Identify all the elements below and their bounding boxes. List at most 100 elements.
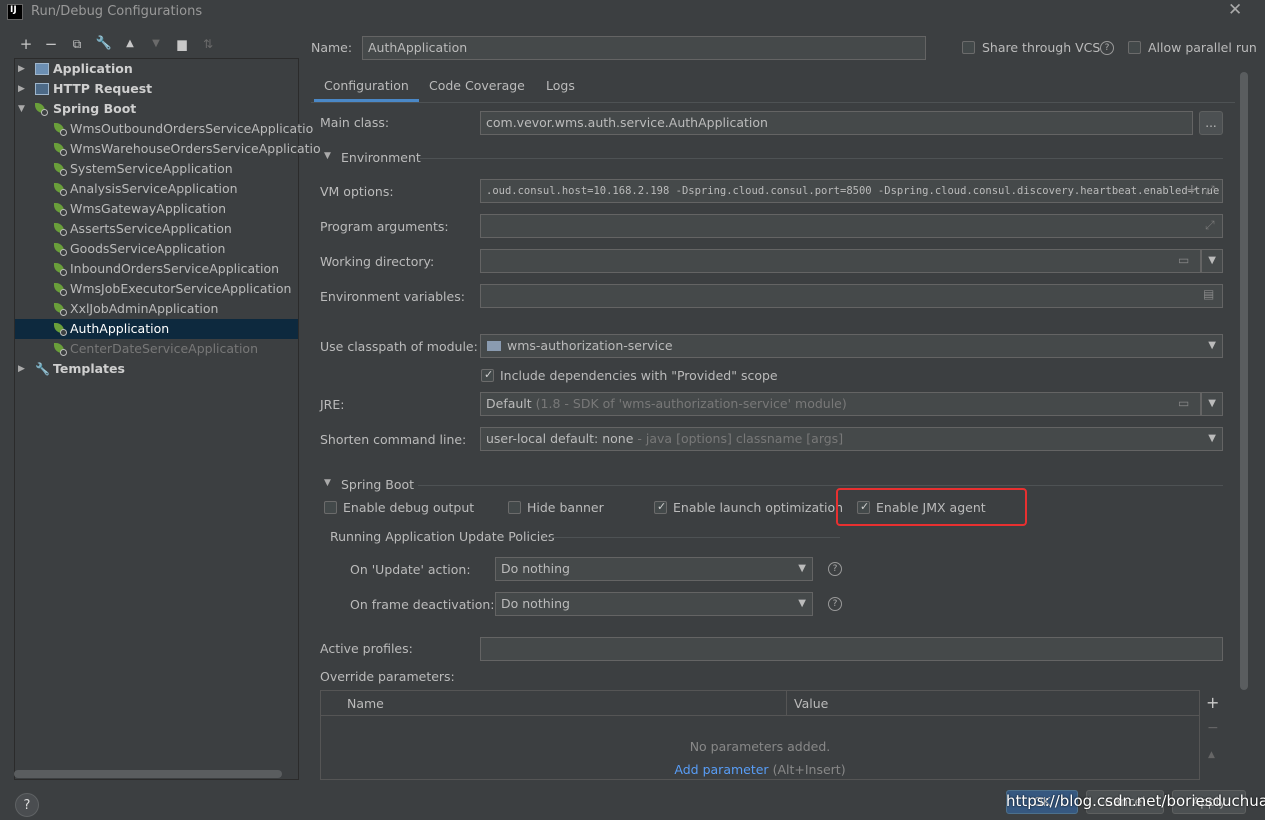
spring-boot-icon xyxy=(54,163,67,176)
tree-item-spring-boot-app[interactable]: WmsGatewayApplication xyxy=(15,199,298,219)
tree-item-spring-boot-app[interactable]: WmsWarehouseOrdersServiceApplicatio xyxy=(15,139,321,159)
expand-arrow-icon[interactable]: ▶ xyxy=(18,79,25,99)
expand-icon[interactable]: ⤢ xyxy=(1205,218,1215,233)
launch-optimization-label: Enable launch optimization xyxy=(673,500,844,515)
tree-group-templates[interactable]: ▶ 🔧 Templates xyxy=(15,359,298,379)
add-icon[interactable]: + xyxy=(17,35,35,53)
vm-options-input[interactable]: .oud.consul.host=10.168.2.198 -Dspring.c… xyxy=(480,179,1223,203)
help-icon[interactable]: ? xyxy=(828,597,842,611)
tree-item-label: CenterDateServiceApplication xyxy=(70,341,258,356)
column-name[interactable]: Name xyxy=(347,696,384,711)
spring-boot-icon xyxy=(54,203,67,216)
application-icon xyxy=(35,63,49,75)
tree-group-http-request[interactable]: ▶ HTTP Request xyxy=(15,79,298,99)
include-deps-checkbox[interactable]: ✓ xyxy=(481,368,494,382)
configurations-tree[interactable]: ▶ Application ▶ HTTP Request ▼ Spring Bo… xyxy=(14,58,321,780)
section-divider xyxy=(545,537,840,538)
help-icon[interactable]: ? xyxy=(828,562,842,576)
environment-header: Environment xyxy=(341,150,421,165)
folder-icon[interactable]: ▭ xyxy=(1178,396,1189,410)
launch-optimization-checkbox[interactable]: ✓ xyxy=(654,500,667,514)
share-vcs-checkbox[interactable] xyxy=(962,41,975,54)
chevron-down-icon: ▼ xyxy=(1208,398,1216,409)
add-icon[interactable]: + xyxy=(1186,182,1198,198)
update-policies-header: Running Application Update Policies xyxy=(330,529,555,544)
remove-icon[interactable]: − xyxy=(42,35,60,53)
collapse-arrow-icon[interactable]: ▼ xyxy=(324,478,331,488)
vertical-scrollbar[interactable] xyxy=(1240,72,1248,690)
active-profiles-label: Active profiles: xyxy=(320,641,413,656)
spring-boot-icon xyxy=(54,263,67,276)
remove-icon[interactable]: − xyxy=(1207,720,1219,736)
table-header: Name Value xyxy=(321,691,1199,716)
environment-variables-label: Environment variables: xyxy=(320,289,465,304)
hide-banner-checkbox[interactable] xyxy=(508,501,521,514)
tree-item-spring-boot-app[interactable]: WmsJobExecutorServiceApplication xyxy=(15,279,298,299)
add-parameter-link[interactable]: Add parameter xyxy=(674,762,768,777)
tree-item-spring-boot-app[interactable]: AssertsServiceApplication xyxy=(15,219,298,239)
override-parameters-label: Override parameters: xyxy=(320,669,455,684)
arrow-down-icon[interactable]: ▼ xyxy=(147,35,165,53)
classpath-label: Use classpath of module: xyxy=(320,339,478,354)
spring-boot-icon xyxy=(54,143,67,156)
enable-debug-checkbox[interactable] xyxy=(324,501,337,514)
classpath-dropdown[interactable]: wms-authorization-service ▼ xyxy=(480,334,1223,358)
working-directory-input[interactable] xyxy=(480,249,1201,273)
expand-arrow-icon[interactable]: ▶ xyxy=(18,359,25,379)
parameters-table[interactable]: Name Value No parameters added. Add para… xyxy=(320,690,1200,780)
tree-group-spring-boot[interactable]: ▼ Spring Boot xyxy=(15,99,298,119)
spring-boot-icon xyxy=(54,323,67,336)
collapse-arrow-icon[interactable]: ▼ xyxy=(324,151,331,161)
name-input[interactable]: AuthApplication xyxy=(362,36,926,60)
tree-item-spring-boot-app[interactable]: GoodsServiceApplication xyxy=(15,239,298,259)
spring-boot-icon xyxy=(54,243,67,256)
name-label: Name: xyxy=(311,40,353,55)
help-icon[interactable]: ? xyxy=(1100,41,1114,55)
main-class-input[interactable]: com.vevor.wms.auth.service.AuthApplicati… xyxy=(480,111,1193,135)
document-icon[interactable]: ▤ xyxy=(1203,287,1214,301)
arrow-up-icon[interactable]: ▲ xyxy=(1208,750,1215,760)
tab-configuration[interactable]: Configuration xyxy=(314,72,419,102)
tree-item-spring-boot-app[interactable]: InboundOrdersServiceApplication xyxy=(15,259,298,279)
help-button[interactable]: ? xyxy=(15,793,39,817)
tree-item-spring-boot-app[interactable]: AuthApplication xyxy=(15,319,298,339)
folder-icon[interactable]: ▭ xyxy=(1178,253,1189,267)
new-folder-icon[interactable]: ▆ xyxy=(173,35,191,53)
expand-arrow-icon[interactable]: ▶ xyxy=(18,59,25,79)
jre-dropdown[interactable]: ▼ xyxy=(1201,392,1223,416)
collapse-arrow-icon[interactable]: ▼ xyxy=(18,99,25,119)
on-update-dropdown[interactable]: Do nothing ▼ xyxy=(495,557,813,581)
close-icon[interactable]: ✕ xyxy=(1228,0,1242,20)
program-arguments-input[interactable] xyxy=(480,214,1223,238)
sort-icon[interactable]: ⇅ xyxy=(199,35,217,53)
jre-input[interactable]: Default (1.8 - SDK of 'wms-authorization… xyxy=(480,392,1201,416)
tree-item-spring-boot-app[interactable]: CenterDateServiceApplication xyxy=(15,339,298,359)
tab-code-coverage[interactable]: Code Coverage xyxy=(419,72,535,102)
expand-icon[interactable]: ⤢ xyxy=(1205,183,1215,198)
spring-boot-icon xyxy=(54,223,67,236)
column-divider xyxy=(786,691,787,716)
tree-group-application[interactable]: ▶ Application xyxy=(15,59,298,79)
working-directory-dropdown[interactable]: ▼ xyxy=(1201,249,1223,273)
environment-variables-input[interactable] xyxy=(480,284,1223,308)
spring-boot-icon xyxy=(54,183,67,196)
horizontal-scrollbar[interactable] xyxy=(14,770,282,778)
allow-parallel-checkbox[interactable] xyxy=(1128,41,1141,54)
copy-icon[interactable]: ⧉ xyxy=(68,35,86,53)
column-value[interactable]: Value xyxy=(794,696,828,711)
tree-item-spring-boot-app[interactable]: XxlJobAdminApplication xyxy=(15,299,298,319)
arrow-up-icon[interactable]: ▲ xyxy=(121,35,139,53)
shorten-command-dropdown[interactable]: user-local default: none - java [options… xyxy=(480,427,1223,451)
tab-logs[interactable]: Logs xyxy=(536,72,585,102)
tree-item-label: WmsWarehouseOrdersServiceApplicatio xyxy=(70,141,321,156)
tree-item-spring-boot-app[interactable]: WmsOutboundOrdersServiceApplicatio xyxy=(15,119,313,139)
wrench-icon[interactable]: 🔧 xyxy=(95,35,113,53)
tree-item-spring-boot-app[interactable]: SystemServiceApplication xyxy=(15,159,298,179)
active-profiles-input[interactable] xyxy=(480,637,1223,661)
tree-item-label: AssertsServiceApplication xyxy=(70,221,232,236)
on-frame-dropdown[interactable]: Do nothing ▼ xyxy=(495,592,813,616)
browse-button[interactable]: ... xyxy=(1199,111,1223,135)
shorten-command-label: Shorten command line: xyxy=(320,432,467,447)
tree-item-spring-boot-app[interactable]: AnalysisServiceApplication xyxy=(15,179,298,199)
add-icon[interactable]: + xyxy=(1206,693,1219,712)
